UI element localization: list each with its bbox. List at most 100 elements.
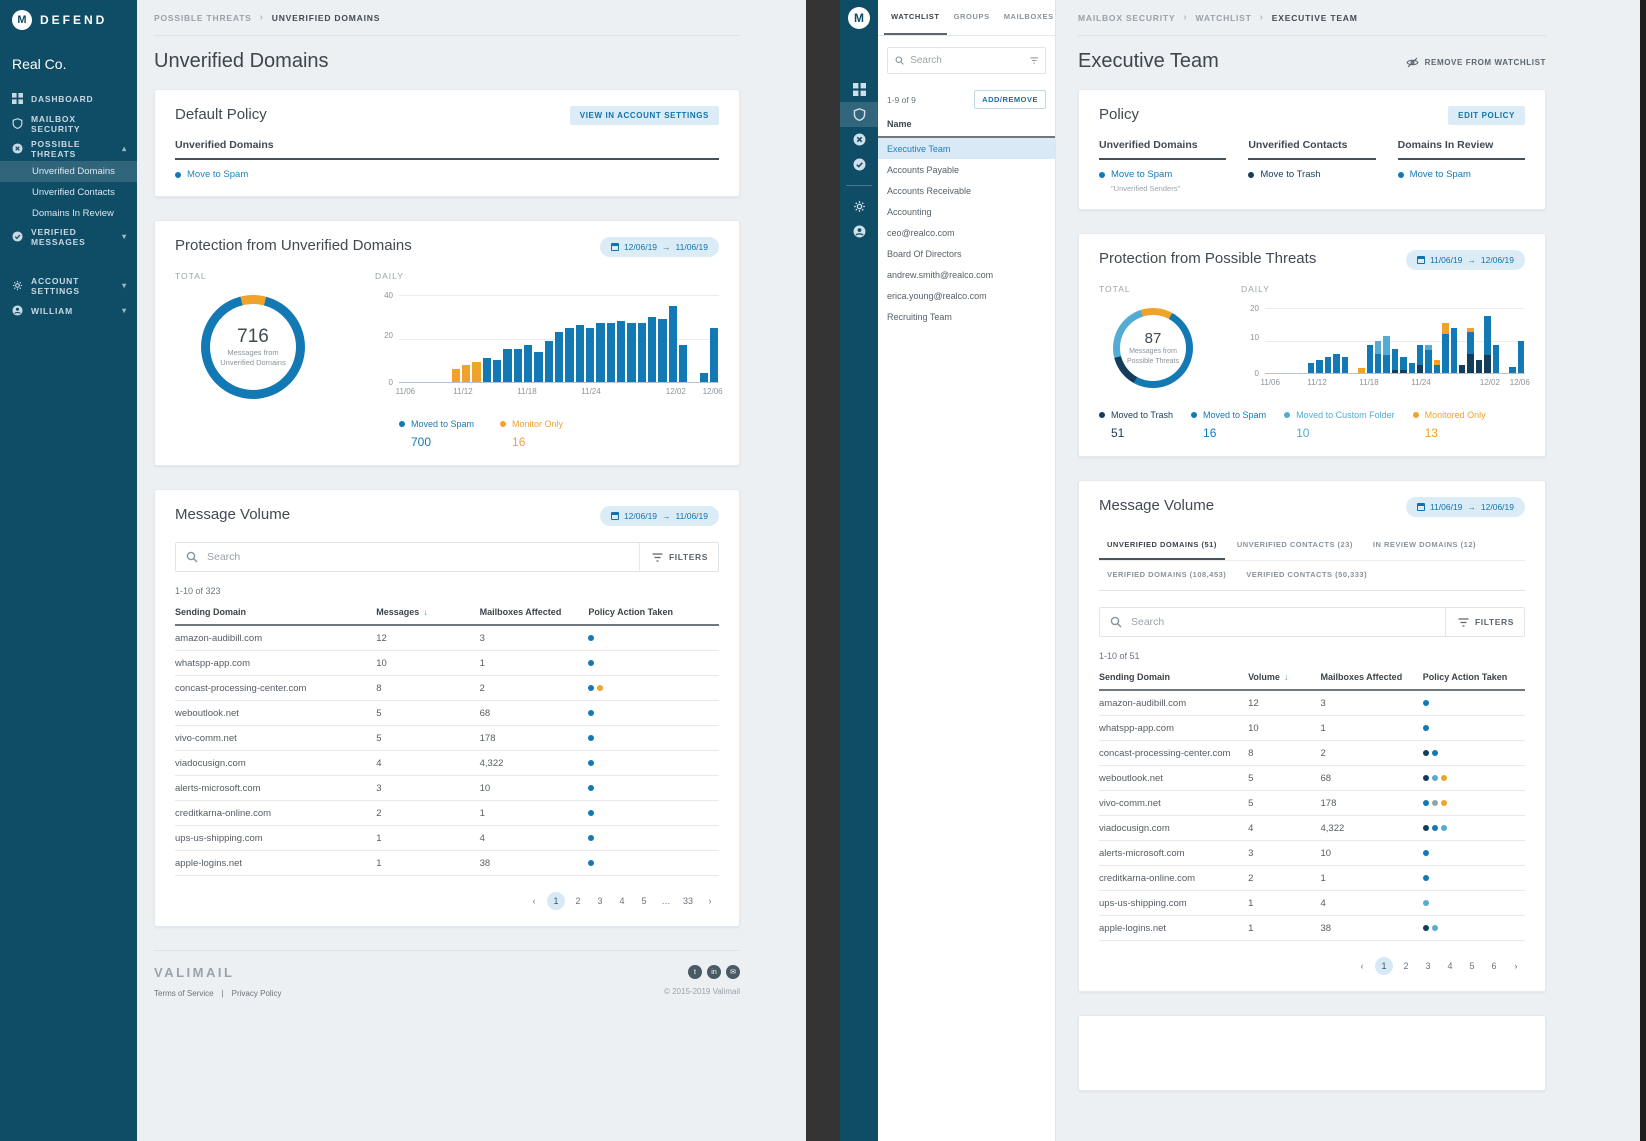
chevron-down-icon[interactable]: ▾ xyxy=(122,232,127,241)
page-button[interactable]: 3 xyxy=(1419,957,1437,975)
table-row[interactable]: apple-logins.net 1 38 xyxy=(175,851,719,876)
sidebar-item-unverified-domains[interactable]: Unverified Domains xyxy=(0,161,137,182)
watchlist-item[interactable]: Board Of Directors xyxy=(878,243,1055,264)
col-policy-action[interactable]: Policy Action Taken xyxy=(1423,672,1525,682)
rail-item-account-settings[interactable] xyxy=(840,194,878,219)
page-button[interactable]: › xyxy=(701,892,719,910)
remove-from-watchlist-button[interactable]: REMOVE FROM WATCHLIST xyxy=(1406,57,1546,68)
table-row[interactable]: weboutlook.net 5 68 xyxy=(1099,766,1525,791)
page-button[interactable]: › xyxy=(1507,957,1525,975)
social-icon[interactable]: ✉ xyxy=(726,965,740,979)
table-row[interactable]: whatspp-app.com 10 1 xyxy=(1099,716,1525,741)
watchlist-name-header[interactable]: Name xyxy=(878,109,1055,138)
rail-item-possible-threats[interactable] xyxy=(840,127,878,152)
chevron-down-icon[interactable]: ▾ xyxy=(122,306,127,315)
breadcrumb-possible-threats[interactable]: POSSIBLE THREATS xyxy=(154,13,252,23)
page-button[interactable]: 2 xyxy=(1397,957,1415,975)
breadcrumb-mailbox-security[interactable]: MAILBOX SECURITY xyxy=(1078,13,1175,23)
breadcrumb-watchlist[interactable]: WATCHLIST xyxy=(1195,13,1251,23)
rail-item-mailbox-security[interactable] xyxy=(840,102,878,127)
table-row[interactable]: whatspp-app.com 10 1 xyxy=(175,651,719,676)
table-row[interactable]: concast-processing-center.com 8 2 xyxy=(175,676,719,701)
table-row[interactable]: alerts-microsoft.com 3 10 xyxy=(175,776,719,801)
tab[interactable]: MAILBOXES xyxy=(997,0,1061,35)
page-button[interactable]: … xyxy=(657,892,675,910)
page-button[interactable]: ‹ xyxy=(1353,957,1371,975)
sidebar-item-dashboard[interactable]: DASHBOARD xyxy=(0,86,137,111)
watchlist-item[interactable]: erica.young@realco.com xyxy=(878,285,1055,306)
tab[interactable]: VERIFIED DOMAINS (108,453) xyxy=(1099,561,1234,590)
col-sending-domain[interactable]: Sending Domain xyxy=(175,607,376,617)
tab[interactable]: WATCHLIST xyxy=(884,0,947,35)
table-row[interactable]: vivo-comm.net 5 178 xyxy=(1099,791,1525,816)
page-button[interactable]: 2 xyxy=(569,892,587,910)
edit-policy-button[interactable]: EDIT POLICY xyxy=(1448,106,1525,125)
filters-button[interactable]: FILTERS xyxy=(1445,608,1514,636)
col-policy-action[interactable]: Policy Action Taken xyxy=(588,607,719,617)
watchlist-item[interactable]: Accounts Payable xyxy=(878,159,1055,180)
date-range-picker[interactable]: 12/06/19 → 11/06/19 xyxy=(600,506,719,526)
page-button[interactable]: 3 xyxy=(591,892,609,910)
social-icon[interactable]: t xyxy=(688,965,702,979)
col-mailboxes-affected[interactable]: Mailboxes Affected xyxy=(1321,672,1423,682)
tab[interactable]: GROUPS xyxy=(947,0,997,35)
sidebar-item-account-settings[interactable]: ACCOUNT SETTINGS ▾ xyxy=(0,273,137,298)
col-mailboxes-affected[interactable]: Mailboxes Affected xyxy=(480,607,589,617)
chevron-down-icon[interactable]: ▾ xyxy=(122,281,127,290)
add-remove-button[interactable]: ADD/REMOVE xyxy=(974,90,1046,109)
sidebar-item-possible-threats[interactable]: POSSIBLE THREATS ▴ xyxy=(0,136,137,161)
tab[interactable]: UNVERIFIED DOMAINS (51) xyxy=(1099,531,1225,560)
date-range-picker[interactable]: 12/06/19 → 11/06/19 xyxy=(600,237,719,257)
page-button[interactable]: 5 xyxy=(635,892,653,910)
tab[interactable]: UNVERIFIED CONTACTS (23) xyxy=(1229,531,1361,560)
rail-item-verified-messages[interactable] xyxy=(840,152,878,177)
page-button[interactable]: 1 xyxy=(1375,957,1393,975)
watchlist-search-input[interactable] xyxy=(910,55,1029,66)
tab[interactable]: VERIFIED CONTACTS (50,333) xyxy=(1238,561,1375,590)
page-button[interactable]: 5 xyxy=(1463,957,1481,975)
search-input[interactable] xyxy=(207,551,639,563)
table-row[interactable]: vivo-comm.net 5 178 xyxy=(175,726,719,751)
sidebar-item-verified-messages[interactable]: VERIFIED MESSAGES ▾ xyxy=(0,224,137,249)
rail-item-user[interactable] xyxy=(840,219,878,244)
watchlist-item[interactable]: Executive Team xyxy=(878,138,1055,159)
watchlist-item[interactable]: ceo@realco.com xyxy=(878,222,1055,243)
col-volume[interactable]: Volume↓ xyxy=(1248,672,1320,682)
page-button[interactable]: 1 xyxy=(547,892,565,910)
sidebar-item-domains-in-review[interactable]: Domains In Review xyxy=(0,203,137,224)
table-row[interactable]: concast-processing-center.com 8 2 xyxy=(1099,741,1525,766)
table-row[interactable]: amazon-audibill.com 12 3 xyxy=(175,626,719,651)
rail-item-dashboard[interactable] xyxy=(840,77,878,102)
table-row[interactable]: viadocusign.com 4 4,322 xyxy=(175,751,719,776)
search-input[interactable] xyxy=(1131,616,1445,628)
table-row[interactable]: creditkarna-online.com 2 1 xyxy=(175,801,719,826)
page-button[interactable]: 33 xyxy=(679,892,697,910)
page-button[interactable]: 4 xyxy=(613,892,631,910)
filter-icon[interactable] xyxy=(1030,56,1038,65)
sidebar-item-mailbox-security[interactable]: MAILBOX SECURITY xyxy=(0,111,137,136)
sidebar-item-unverified-contacts[interactable]: Unverified Contacts xyxy=(0,182,137,203)
table-row[interactable]: ups-us-shipping.com 1 4 xyxy=(175,826,719,851)
tab[interactable]: IN REVIEW DOMAINS (12) xyxy=(1365,531,1484,560)
watchlist-item[interactable]: andrew.smith@realco.com xyxy=(878,264,1055,285)
page-button[interactable]: 4 xyxy=(1441,957,1459,975)
table-row[interactable]: creditkarna-online.com 2 1 xyxy=(1099,866,1525,891)
view-in-account-settings-button[interactable]: VIEW IN ACCOUNT SETTINGS xyxy=(570,106,719,125)
table-row[interactable]: amazon-audibill.com 12 3 xyxy=(1099,691,1525,716)
date-range-picker[interactable]: 11/06/19 → 12/06/19 xyxy=(1406,497,1525,517)
page-button[interactable]: ‹ xyxy=(525,892,543,910)
col-messages[interactable]: Messages↓ xyxy=(376,607,479,617)
page-button[interactable]: 6 xyxy=(1485,957,1503,975)
terms-of-service-link[interactable]: Terms of Service xyxy=(154,989,214,998)
social-icon[interactable]: in xyxy=(707,965,721,979)
chevron-up-icon[interactable]: ▴ xyxy=(122,144,127,153)
sidebar-item-user[interactable]: WILLIAM ▾ xyxy=(0,298,137,323)
table-row[interactable]: alerts-microsoft.com 3 10 xyxy=(1099,841,1525,866)
watchlist-item[interactable]: Accounting xyxy=(878,201,1055,222)
watchlist-item[interactable]: Accounts Receivable xyxy=(878,180,1055,201)
table-row[interactable]: ups-us-shipping.com 1 4 xyxy=(1099,891,1525,916)
col-sending-domain[interactable]: Sending Domain xyxy=(1099,672,1248,682)
table-row[interactable]: viadocusign.com 4 4,322 xyxy=(1099,816,1525,841)
table-row[interactable]: weboutlook.net 5 68 xyxy=(175,701,719,726)
table-row[interactable]: apple-logins.net 1 38 xyxy=(1099,916,1525,941)
